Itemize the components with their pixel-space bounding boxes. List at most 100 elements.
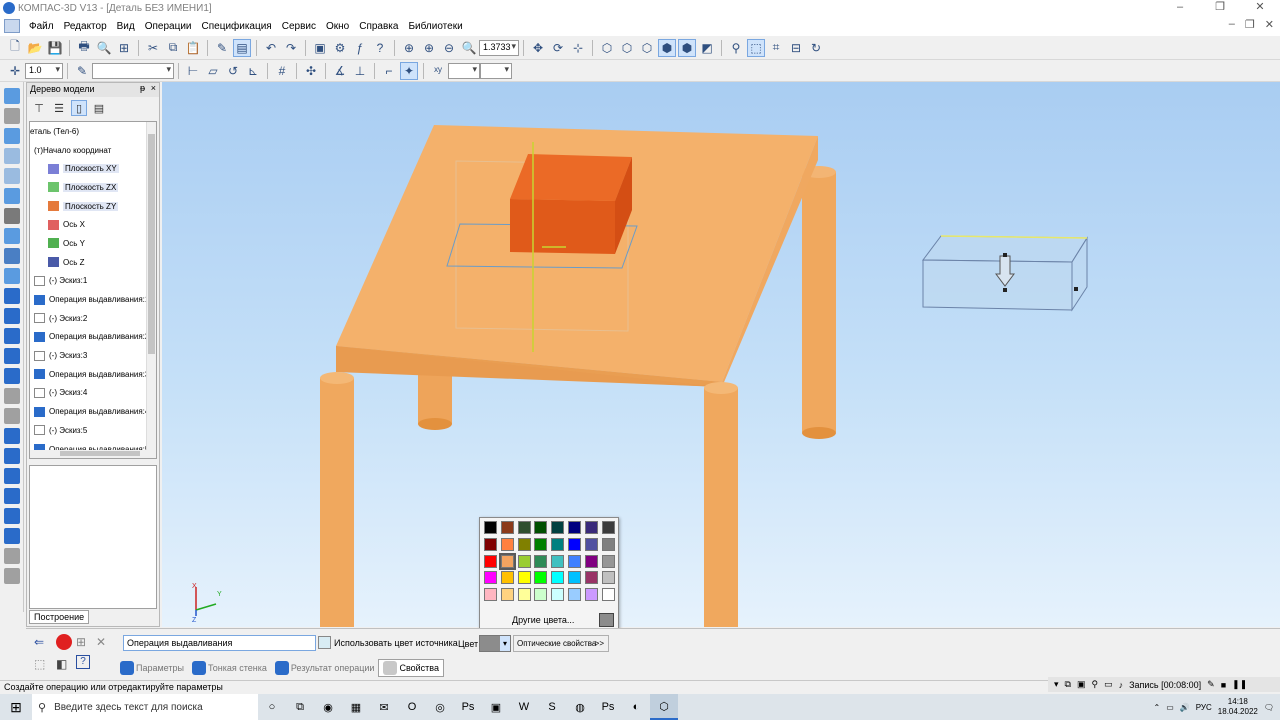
redo-icon[interactable]: ↷ xyxy=(282,39,300,57)
trim-icon[interactable]: ⌗ xyxy=(767,39,785,57)
spec-icon[interactable] xyxy=(3,248,20,264)
cut-icon[interactable]: ✂ xyxy=(144,39,162,57)
color-swatch[interactable] xyxy=(534,571,548,585)
zoom-window-icon[interactable]: ⊕ xyxy=(400,39,418,57)
color-swatch[interactable] xyxy=(567,521,581,534)
perspective-icon[interactable]: ◩ xyxy=(698,39,716,57)
tab-operation-result[interactable]: Результат операции xyxy=(271,659,379,677)
menu-file[interactable]: Файл xyxy=(24,21,59,32)
grid-icon[interactable]: # xyxy=(273,62,291,80)
zoom-out-icon[interactable]: ⊖ xyxy=(440,39,458,57)
menu-edit[interactable]: Редактор xyxy=(59,21,112,32)
preview-icon[interactable]: 🔍 xyxy=(95,39,113,57)
rec-window-icon[interactable]: ⧉ xyxy=(1065,679,1071,690)
help-pointer-icon[interactable]: ? xyxy=(371,39,389,57)
taskbar-app-icon[interactable]: ◎ xyxy=(426,694,454,720)
rotate-view-icon[interactable]: ↺ xyxy=(224,62,242,80)
optical-properties-button[interactable]: Оптические свойства >> xyxy=(513,635,609,652)
cursor-icon[interactable]: ✦ xyxy=(400,61,418,80)
color-swatch[interactable] xyxy=(567,571,581,585)
tree-item[interactable]: Операция выдавливания:2 xyxy=(30,328,156,347)
refresh-icon[interactable]: ↻ xyxy=(807,39,825,57)
tree-item[interactable]: Ось X xyxy=(30,215,156,234)
color-swatch[interactable] xyxy=(551,554,565,568)
tree-item[interactable]: еталь (Тел-6) xyxy=(30,122,156,141)
tree-item[interactable]: (-) Эскиз:2 xyxy=(30,309,156,328)
color-swatch[interactable] xyxy=(601,537,615,551)
taskbar-app-icon[interactable]: ▣ xyxy=(482,694,510,720)
color-swatch[interactable] xyxy=(517,521,531,534)
auxiliary-icon[interactable] xyxy=(3,168,20,184)
color-swatch[interactable] xyxy=(601,588,615,602)
rec-pencil-icon[interactable]: ✎ xyxy=(1207,679,1215,690)
color-swatch[interactable] xyxy=(551,521,565,534)
filters-icon[interactable] xyxy=(3,228,20,244)
color-swatch[interactable] xyxy=(517,554,531,568)
taskbar-app-icon[interactable]: ◉ xyxy=(314,694,342,720)
tree-item[interactable]: Операция выдавливания:1 xyxy=(30,290,156,309)
color-swatch[interactable] xyxy=(567,537,581,551)
tree-item[interactable]: (-) Эскиз:4 xyxy=(30,384,156,403)
loft-tool-icon[interactable] xyxy=(3,348,20,364)
tree-item[interactable]: (т)Начало координат xyxy=(30,141,156,160)
tree-structure-icon[interactable]: ⊤ xyxy=(31,100,47,116)
close-panel-icon[interactable]: × xyxy=(151,83,156,93)
use-source-color-option[interactable]: Использовать цвет источника xyxy=(318,636,458,649)
color-swatch[interactable] xyxy=(484,521,497,534)
zoom-combo[interactable]: 1.3733 xyxy=(479,39,519,56)
tab-properties[interactable]: Свойства xyxy=(378,659,444,677)
hidden-lines-icon[interactable]: ⬡ xyxy=(618,39,636,57)
chevron-down-icon[interactable]: ▾ xyxy=(500,636,510,651)
color-swatch[interactable] xyxy=(517,571,531,585)
rec-stop-icon[interactable]: ■ xyxy=(1221,680,1226,690)
color-swatch[interactable] xyxy=(534,537,548,551)
layout-icon[interactable]: ⊞ xyxy=(115,39,133,57)
maximize-button[interactable]: ❐ xyxy=(1200,0,1240,16)
color-swatch[interactable] xyxy=(601,521,615,534)
color-swatch[interactable] xyxy=(534,521,548,534)
menu-libraries[interactable]: Библиотеки xyxy=(403,21,467,32)
wireframe-icon[interactable]: ⬡ xyxy=(598,39,616,57)
tree-item[interactable]: (-) Эскиз:1 xyxy=(30,272,156,291)
tree-relations-icon[interactable]: ▤ xyxy=(91,100,107,116)
color-swatch[interactable] xyxy=(584,588,598,602)
zoom-in-icon[interactable]: ⊕ xyxy=(420,39,438,57)
color-swatch[interactable] xyxy=(500,537,514,551)
notifications-icon[interactable]: 🗨 xyxy=(1264,703,1274,712)
tree-item[interactable]: Плоскость ZY xyxy=(30,197,156,216)
tree-vertical-scrollbar[interactable] xyxy=(146,122,156,458)
plane-icon[interactable]: ▱ xyxy=(204,62,222,80)
surfaces-icon[interactable] xyxy=(3,128,20,144)
measure-panel-icon[interactable] xyxy=(3,208,20,224)
variables-icon[interactable]: ƒ xyxy=(351,39,369,57)
network-icon[interactable]: ▭ xyxy=(1166,703,1174,712)
close-button[interactable]: ✕ xyxy=(1240,0,1280,16)
orientation-icon[interactable]: ⊹ xyxy=(569,39,587,57)
coordinates-icon[interactable]: ⊥ xyxy=(351,62,369,80)
use-source-color-checkbox[interactable] xyxy=(318,636,331,649)
rec-crop-icon[interactable]: ▭ xyxy=(1104,679,1113,690)
taskbar-app-icon[interactable]: Ps xyxy=(454,694,482,720)
color-swatch[interactable] xyxy=(484,571,497,585)
mirror-tool-icon[interactable] xyxy=(3,528,20,544)
undo-icon[interactable]: ↶ xyxy=(262,39,280,57)
measure-angle-icon[interactable]: ∡ xyxy=(331,62,349,80)
doc-restore-button[interactable]: ❐ xyxy=(1245,18,1255,31)
tree-view-icon[interactable]: ▯ xyxy=(71,100,87,116)
extrude-tool-icon[interactable] xyxy=(3,288,20,304)
cancel-command-icon[interactable]: ✕ xyxy=(96,635,106,649)
back-arrow-icon[interactable]: ⇐ xyxy=(34,635,44,649)
tree-item[interactable]: Ось Z xyxy=(30,253,156,272)
draft-tool-icon[interactable] xyxy=(3,488,20,504)
help-icon[interactable]: ? xyxy=(76,655,90,669)
sketch-mode-icon[interactable]: ⌐ xyxy=(380,62,398,80)
geometry-icon[interactable] xyxy=(3,88,20,104)
taskbar-app-icon[interactable]: ◍ xyxy=(566,694,594,720)
line-width-combo[interactable]: 1.0 xyxy=(25,62,63,79)
zoom-scale-icon[interactable]: 🔍 xyxy=(460,39,478,57)
rec-search-icon[interactable]: ⚲ xyxy=(1091,679,1098,690)
constraint-icon[interactable] xyxy=(3,188,20,204)
language-indicator[interactable]: РУС xyxy=(1196,703,1212,712)
pan-icon[interactable]: ✥ xyxy=(529,39,547,57)
menu-help[interactable]: Справка xyxy=(354,21,403,32)
